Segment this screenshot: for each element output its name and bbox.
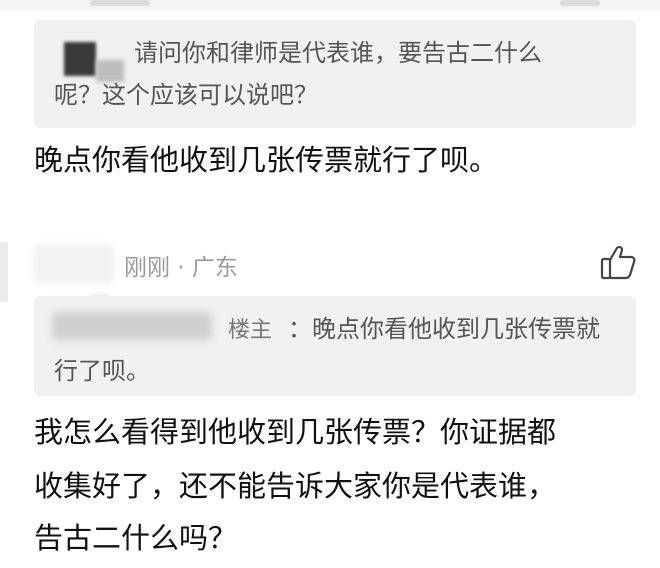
redacted-username [52,312,212,340]
redacted-avatar[interactable] [34,244,114,284]
quote-text-line: 请问你和律师是代表谁，要告古二什么 [134,39,542,67]
quoted-comment[interactable]: 请问你和律师是代表谁，要告古二什么 呢？这个应该可以说吧？ [34,20,636,128]
comment-meta: 刚刚 · 广东 [124,255,238,281]
quote-text-line: 行了呗。 [54,357,150,385]
comment-reply-text: 晚点你看他收到几张传票就行了呗。 [34,143,499,177]
quoted-comment[interactable]: 楼主 ：晚点你看他收到几张传票就 行了呗。 [34,296,636,396]
comment-body-line: 收集好了，还不能告诉大家你是代表谁， [34,469,557,503]
quote-text-line: 呢？这个应该可以说吧？ [54,81,318,109]
author-badge: 楼主 [228,318,273,343]
redacted-avatar [64,42,96,76]
blurred-content [560,0,600,6]
comment-body-line: 我怎么看得到他收到几张传票？你证据都 [34,415,557,449]
quote-text-line: ：晚点你看他收到几张传票就 [288,315,600,343]
cropped-edge [0,242,8,302]
thumbs-up-icon[interactable] [598,244,638,282]
top-cropped-strip [0,0,660,10]
blurred-content [90,0,150,6]
comment-body-line: 告古二什么吗？ [34,521,238,555]
